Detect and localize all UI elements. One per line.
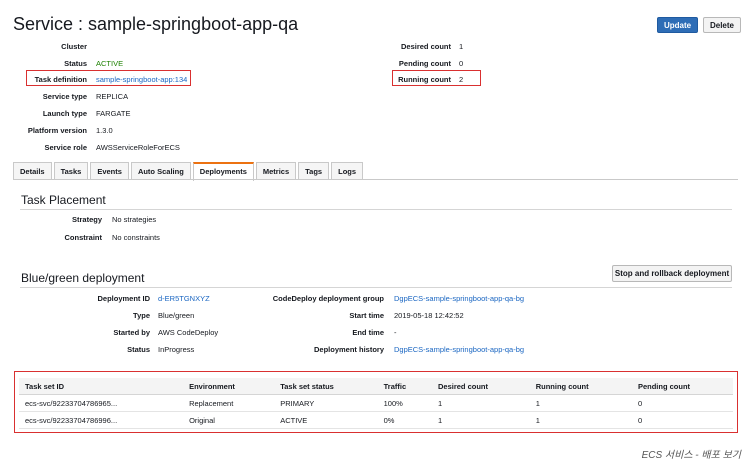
table-header-row: Task set ID Environment Task set status … [19,378,733,395]
started-by-label: Started by [113,328,150,337]
deployment-status-label: Status [127,345,150,354]
launch-type-value: FARGATE [96,109,131,118]
status-value: ACTIVE [96,59,124,68]
task-set-id-cell: ecs-svc/92233704786996... [19,411,184,429]
tab-details[interactable]: Details [13,162,52,180]
constraint-value: No constraints [112,233,160,242]
running-count-cell: 1 [529,394,632,412]
column-header-running-count[interactable]: Running count [529,378,632,395]
deployment-status-value: InProgress [158,345,195,354]
platform-version-value: 1.3.0 [96,126,113,135]
started-by-value: AWS CodeDeploy [158,328,219,337]
column-header-desired-count[interactable]: Desired count [432,378,530,395]
service-type-value: REPLICA [96,92,129,101]
blue-green-divider [20,287,732,288]
column-header-pending-count[interactable]: Pending count [631,378,733,395]
deployment-history-label: Deployment history [313,345,384,354]
traffic-cell: 0% [377,411,432,429]
tab-logs[interactable]: Logs [331,162,364,180]
table-row: ecs-svc/92233704786996... Original ACTIV… [19,411,733,429]
service-role-value: AWSServiceRoleForECS [96,143,180,152]
deployment-group-label: CodeDeploy deployment group [272,294,384,303]
deployment-id-label: Deployment ID [97,294,150,303]
column-header-environment[interactable]: Environment [183,378,275,395]
service-tabs: Details Tasks Events Auto Scaling Deploy… [13,162,365,181]
column-header-task-set-id[interactable]: Task set ID [19,378,184,395]
update-button[interactable]: Update [657,17,698,33]
stop-rollback-button[interactable]: Stop and rollback deployment [612,265,732,282]
start-time-label: Start time [349,311,384,320]
strategy-label: Strategy [71,215,102,224]
desired-count-cell: 1 [432,411,530,429]
tab-underline [13,179,738,180]
task-set-status-cell: PRIMARY [274,394,378,412]
desired-count-label: Desired count [400,42,451,51]
column-header-task-set-status[interactable]: Task set status [274,378,378,395]
pending-count-value: 0 [459,59,464,68]
strategy-value: No strategies [112,215,157,224]
type-label: Type [133,311,150,320]
running-count-label: Running count [398,75,451,84]
platform-version-label: Platform version [27,126,87,135]
figure-caption: ECS 서비스 - 배포 보기 [641,450,741,461]
cluster-label: Cluster [61,42,87,51]
task-sets-table: Task set ID Environment Task set status … [19,378,733,429]
launch-type-label: Launch type [42,109,87,118]
task-definition-label: Task definition [34,75,87,84]
running-count-value: 2 [459,75,464,84]
task-placement-divider [20,209,732,210]
column-header-traffic[interactable]: Traffic [377,378,432,395]
pending-count-cell: 0 [631,411,733,429]
pending-count-label: Pending count [398,59,451,68]
constraint-label: Constraint [64,233,103,242]
desired-count-cell: 1 [432,394,530,412]
environment-cell: Original [183,411,275,429]
tab-metrics[interactable]: Metrics [255,162,297,180]
tab-auto-scaling[interactable]: Auto Scaling [130,162,191,180]
task-set-id-cell: ecs-svc/92233704786965... [19,394,184,412]
task-set-status-cell: ACTIVE [274,411,378,429]
deployment-group-link[interactable]: DgpECS-sample-springboot-app-qa-bg [394,294,524,303]
running-count-cell: 1 [529,411,632,429]
task-definition-link[interactable]: sample-springboot-app:134 [96,75,187,84]
blue-green-heading: Blue/green deployment [21,271,145,285]
traffic-cell: 100% [377,394,432,412]
type-value: Blue/green [158,311,195,320]
task-placement-heading: Task Placement [21,193,106,207]
tab-tasks[interactable]: Tasks [53,162,89,180]
service-type-label: Service type [42,92,87,101]
end-time-value: - [394,328,397,337]
status-label: Status [64,59,87,68]
environment-cell: Replacement [183,394,275,412]
delete-button[interactable]: Delete [703,17,741,33]
table-row: ecs-svc/92233704786965... Replacement PR… [19,394,733,412]
start-time-value: 2019-05-18 12:42:52 [394,311,464,320]
pending-count-cell: 0 [631,394,733,412]
deployment-history-link[interactable]: DgpECS-sample-springboot-app-qa-bg [394,345,524,354]
tab-tags[interactable]: Tags [298,162,330,180]
service-role-label: Service role [44,143,87,152]
tab-events[interactable]: Events [90,162,129,180]
page-title: Service : sample-springboot-app-qa [13,14,299,34]
desired-count-value: 1 [459,42,464,51]
end-time-label: End time [352,328,384,337]
deployment-id-link[interactable]: d-ER5TGNXYZ [158,294,210,303]
